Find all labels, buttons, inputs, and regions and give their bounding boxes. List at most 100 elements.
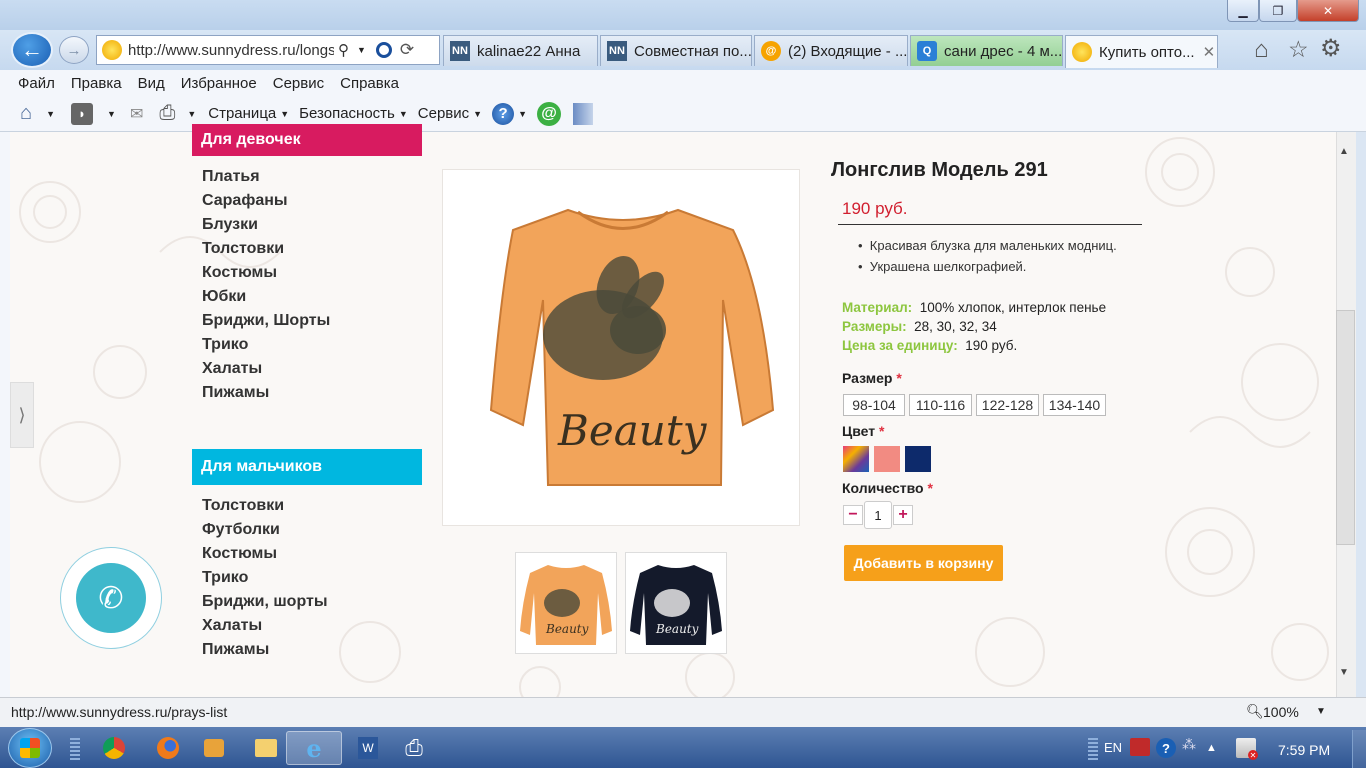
side-panel-toggle[interactable]: ⟩ — [10, 382, 34, 448]
help-button[interactable]: ? ▼ — [492, 102, 527, 125]
scrollbar-thumb[interactable] — [1336, 310, 1355, 545]
menu-tools[interactable]: Сервис — [273, 75, 324, 92]
size-option-110-116[interactable]: 110-116 — [909, 394, 972, 416]
taskbar-chrome[interactable] — [86, 731, 142, 765]
menu-bar: Файл Правка Вид Избранное Сервис Справка — [0, 70, 1366, 96]
tab-close-icon[interactable]: ✕ — [1203, 43, 1216, 61]
thumbnail-orange[interactable]: Beauty — [515, 552, 617, 654]
category-item[interactable]: Трико — [202, 333, 330, 357]
category-boys-header[interactable]: Для мальчиков — [192, 449, 422, 485]
read-mail-button[interactable]: ✉ — [126, 104, 143, 124]
callback-widget[interactable]: ✆ — [60, 547, 162, 649]
forward-button[interactable]: → — [59, 36, 89, 64]
category-item[interactable]: Костюмы — [202, 261, 330, 285]
menu-favorites[interactable]: Избранное — [181, 75, 257, 92]
category-item[interactable]: Трико — [202, 566, 328, 590]
acrobat-tray-icon[interactable] — [1130, 738, 1150, 756]
category-item[interactable]: Пижамы — [202, 638, 328, 662]
category-item[interactable]: Бриджи, Шорты — [202, 309, 330, 333]
thumbnail-navy[interactable]: Beauty — [625, 552, 727, 654]
chevron-down-icon: ▼ — [473, 108, 483, 119]
safety-menu-label: Безопасность — [299, 105, 395, 122]
feeds-button[interactable]: ◗ ▼ — [65, 102, 116, 125]
chevron-down-icon: ▼ — [518, 108, 527, 119]
size-option-122-128[interactable]: 122-128 — [976, 394, 1039, 416]
menu-edit[interactable]: Правка — [71, 75, 122, 92]
close-button[interactable]: ✕ — [1297, 0, 1359, 22]
refresh-icon[interactable]: ⟳ — [400, 40, 414, 60]
page-menu-button[interactable]: Страница ▼ — [208, 105, 289, 122]
help-icon: ? — [492, 102, 515, 125]
search-icon[interactable]: ⚲ — [338, 41, 349, 59]
category-item[interactable]: Юбки — [202, 285, 330, 309]
thumb-print-text: Beauty — [545, 622, 589, 636]
category-item[interactable]: Платья — [202, 165, 330, 189]
category-item[interactable]: Пижамы — [202, 381, 330, 405]
category-item[interactable]: Толстовки — [202, 237, 330, 261]
mailru-agent-button[interactable]: @ — [537, 101, 561, 126]
tab-search[interactable]: Q сани дрес - 4 м... — [910, 35, 1063, 66]
category-item[interactable]: Бриджи, шорты — [202, 590, 328, 614]
scroll-down-icon[interactable]: ▼ — [1339, 667, 1349, 678]
dropdown-chevron-icon[interactable]: ▼ — [357, 45, 366, 55]
menu-file[interactable]: Файл — [18, 75, 55, 92]
stop-icon[interactable] — [375, 42, 392, 58]
category-item[interactable]: Блузки — [202, 213, 330, 237]
required-mark: * — [927, 480, 933, 496]
category-girls-header[interactable]: Для девочек — [192, 124, 422, 156]
product-main-image[interactable]: Beauty — [442, 169, 800, 526]
tab-inbox[interactable]: @ (2) Входящие - ... — [754, 35, 908, 66]
settings-gear-icon[interactable]: ⚙ — [1320, 34, 1342, 63]
favorites-star-icon[interactable]: ☆ — [1288, 36, 1309, 63]
page-menu-label: Страница — [208, 105, 277, 122]
category-item[interactable]: Футболки — [202, 518, 328, 542]
menu-help[interactable]: Справка — [340, 75, 399, 92]
zoom-level[interactable]: 100% — [1263, 704, 1299, 720]
rss-icon: ◗ — [71, 102, 94, 125]
color-swatch-pink[interactable] — [874, 446, 900, 472]
safety-menu-button[interactable]: Безопасность ▼ — [299, 105, 408, 122]
category-item[interactable]: Халаты — [202, 357, 330, 381]
language-indicator[interactable]: EN — [1104, 740, 1122, 755]
size-option-134-140[interactable]: 134-140 — [1043, 394, 1106, 416]
tray-misc-icon[interactable]: ⁂ — [1182, 736, 1196, 753]
size-option-98-104[interactable]: 98-104 — [843, 394, 905, 416]
color-swatch-navy[interactable] — [905, 446, 931, 472]
minimize-button[interactable]: ▁ — [1227, 0, 1259, 22]
network-warning-icon[interactable]: ✕ — [1236, 738, 1258, 760]
zoom-dropdown-icon[interactable]: ▼ — [1316, 706, 1326, 717]
research-button[interactable] — [571, 102, 593, 125]
category-item[interactable]: Халаты — [202, 614, 328, 638]
tab-sovmestnaya[interactable]: NN Совместная по... — [600, 35, 752, 66]
system-clock[interactable]: 7:59 PM — [1278, 742, 1330, 758]
tab-kalinae22[interactable]: NN kalinae22 Анна — [443, 35, 598, 66]
internet-explorer-icon: e — [306, 733, 322, 763]
maximize-button[interactable]: ❐ — [1259, 0, 1297, 22]
taskbar-internet-explorer[interactable]: e — [286, 731, 342, 765]
menu-view[interactable]: Вид — [138, 75, 165, 92]
start-button[interactable] — [8, 728, 52, 768]
taskbar-printer[interactable]: ⎙ — [386, 731, 442, 765]
home-icon[interactable]: ⌂ — [1254, 36, 1269, 64]
address-bar[interactable]: http://www.sunnydress.ru/longs ⚲ ▼ ⟳ — [96, 35, 440, 65]
quantity-decrease-button[interactable]: − — [843, 505, 863, 525]
category-item[interactable]: Сарафаны — [202, 189, 330, 213]
show-desktop-button[interactable] — [1352, 730, 1366, 768]
add-to-cart-button[interactable]: Добавить в корзину — [844, 545, 1003, 581]
color-swatch-multicolor[interactable] — [843, 446, 869, 472]
print-button[interactable]: ⎙ ▼ — [153, 102, 196, 125]
taskbar-media-player[interactable] — [186, 731, 242, 765]
quantity-increase-button[interactable]: + — [893, 505, 913, 525]
category-item[interactable]: Костюмы — [202, 542, 328, 566]
help-tray-icon[interactable]: ? — [1156, 738, 1176, 758]
address-url[interactable]: http://www.sunnydress.ru/longs — [128, 42, 334, 59]
tab-active-sunnydress[interactable]: Купить опто... ✕ — [1065, 35, 1218, 68]
tools-menu-button[interactable]: Сервис ▼ — [418, 105, 482, 122]
scroll-up-icon[interactable]: ▲ — [1339, 146, 1349, 157]
quantity-input[interactable]: 1 — [864, 501, 892, 529]
show-hidden-icons-icon[interactable]: ▲ — [1206, 742, 1217, 754]
back-button[interactable]: ← — [11, 32, 53, 68]
home-button[interactable]: ⌂ ▼ — [10, 102, 55, 125]
nn-icon: NN — [450, 41, 470, 61]
category-item[interactable]: Толстовки — [202, 494, 328, 518]
